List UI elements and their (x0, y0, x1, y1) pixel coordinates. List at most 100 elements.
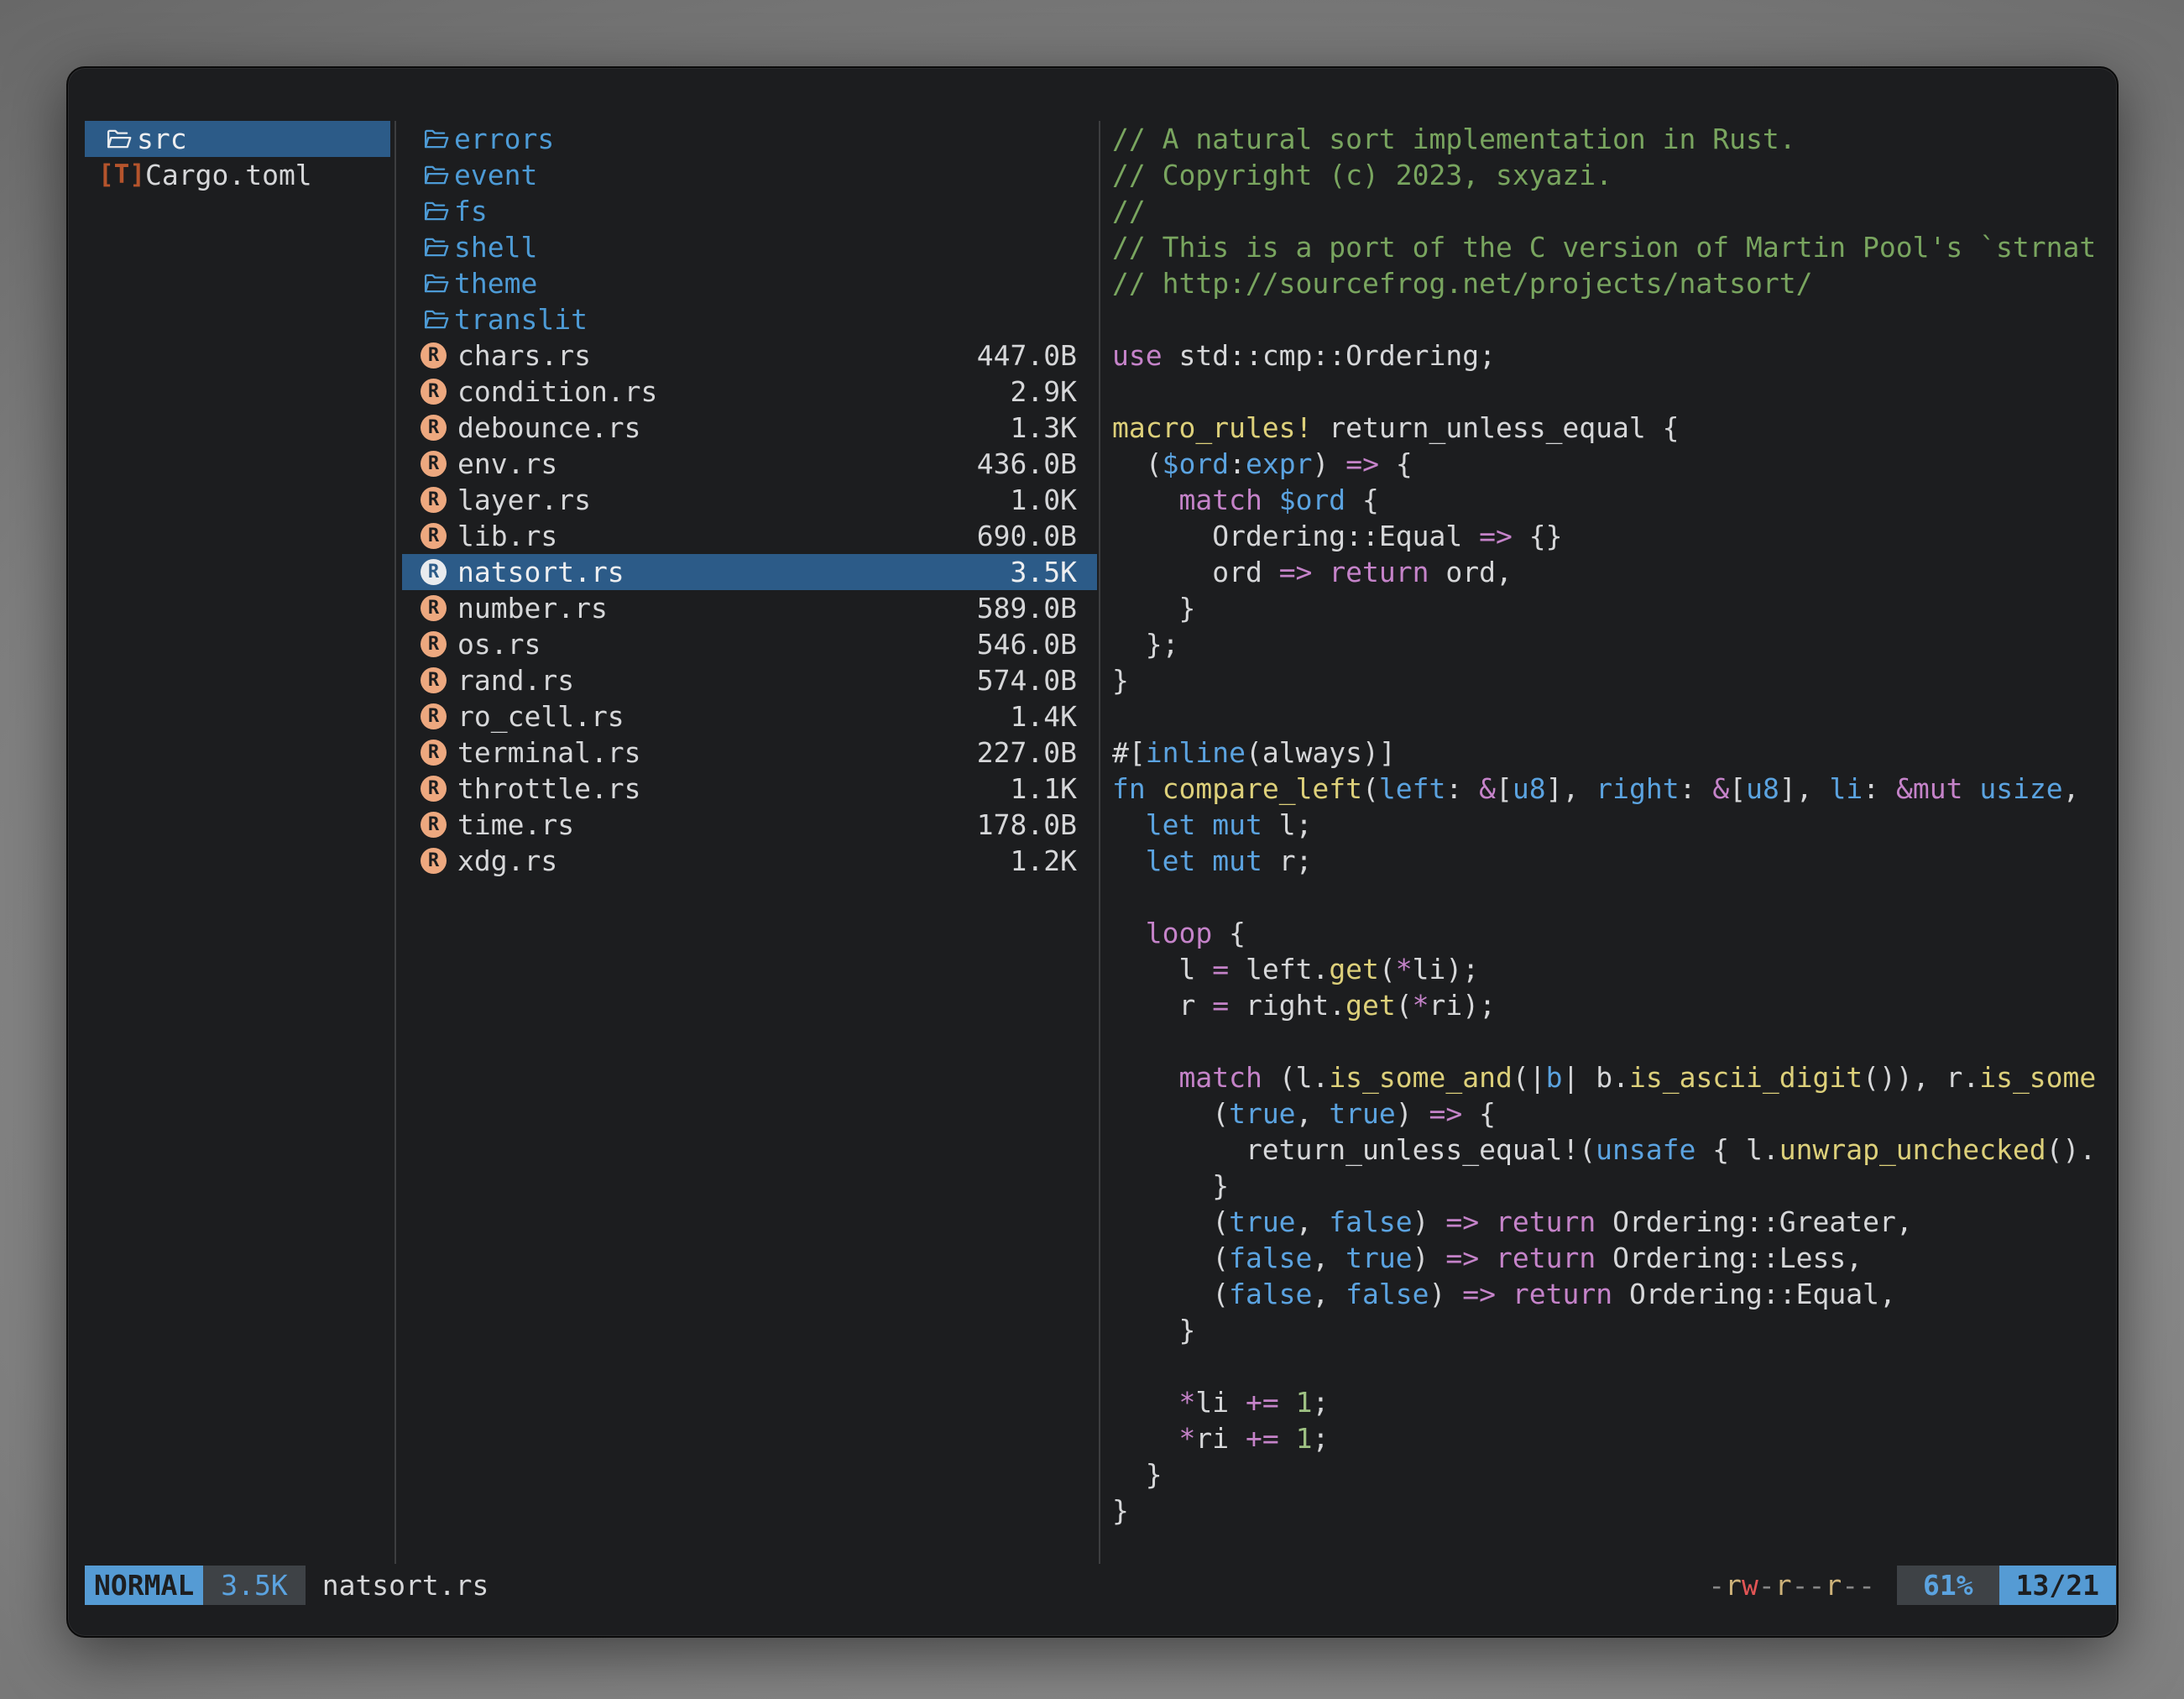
code-line: use std::cmp::Ordering; (1112, 337, 2114, 374)
code-line: l = left.get(*li); (1112, 951, 2114, 987)
rust-file-icon: R (421, 667, 447, 693)
rust-file-icon: R (421, 812, 447, 838)
rust-file-icon: R (421, 451, 447, 477)
status-right-group: -rw-r--r-- 61% 13/21 (1708, 1566, 2116, 1605)
code-line: ($ord:expr) => { (1112, 446, 2114, 482)
file-size: 447.0B (977, 337, 1077, 374)
current-item-condition.rs[interactable]: Rcondition.rs 2.9K (402, 374, 1097, 410)
file-name: terminal.rs (457, 734, 641, 771)
code-line: } (1112, 1312, 2114, 1348)
status-file-name: natsort.rs (322, 1567, 489, 1603)
current-item-fs[interactable]: fs (402, 193, 1097, 229)
current-item-time.rs[interactable]: Rtime.rs 178.0B (402, 807, 1097, 843)
open-folder-icon (421, 160, 451, 191)
open-folder-icon (421, 305, 451, 335)
file-name: shell (454, 229, 537, 265)
file-size: 3.5K (1011, 554, 1077, 590)
code-line: // This is a port of the C version of Ma… (1112, 229, 2114, 265)
code-line (1112, 1348, 2114, 1384)
code-line: } (1112, 662, 2114, 698)
parent-item-Cargo.toml[interactable]: [T]Cargo.toml (85, 157, 390, 193)
current-item-terminal.rs[interactable]: Rterminal.rs227.0B (402, 734, 1097, 771)
open-folder-icon (421, 269, 451, 299)
permission-char: - (1758, 1569, 1775, 1602)
file-name: src (137, 121, 187, 157)
code-line: match (l.is_some_and(|b| b.is_ascii_digi… (1112, 1059, 2114, 1095)
file-name: layer.rs (457, 482, 591, 518)
current-item-ro_cell.rs[interactable]: Rro_cell.rs1.4K (402, 698, 1097, 734)
permission-char: - (1858, 1569, 1875, 1602)
code-line: } (1112, 1493, 2114, 1529)
permission-char: r (1825, 1569, 1842, 1602)
parent-item-src[interactable]: src (85, 121, 390, 157)
code-line: // Copyright (c) 2023, sxyazi. (1112, 157, 2114, 193)
current-item-debounce.rs[interactable]: Rdebounce.rs1.3K (402, 410, 1097, 446)
file-name: natsort.rs (457, 554, 624, 590)
toml-file-icon: [T] (103, 157, 140, 193)
current-item-layer.rs[interactable]: Rlayer.rs1.0K (402, 482, 1097, 518)
rust-file-icon: R (421, 523, 447, 549)
file-size: 546.0B (977, 626, 1077, 662)
parent-pane[interactable]: src[T]Cargo.toml (85, 121, 390, 193)
file-size: 436.0B (977, 446, 1077, 482)
code-line (1112, 879, 2114, 915)
file-size: 574.0B (977, 662, 1077, 698)
current-item-lib.rs[interactable]: Rlib.rs690.0B (402, 518, 1097, 554)
file-size: 690.0B (977, 518, 1077, 554)
permission-char: - (1792, 1569, 1809, 1602)
current-item-number.rs[interactable]: Rnumber.rs589.0B (402, 590, 1097, 626)
desktop-background: src[T]Cargo.toml errorseventfsshelltheme… (0, 0, 2184, 1699)
pane-divider (1099, 121, 1100, 1564)
code-line: loop { (1112, 915, 2114, 951)
current-item-os.rs[interactable]: Ros.rs546.0B (402, 626, 1097, 662)
file-name: throttle.rs (457, 771, 641, 807)
code-line: #[inline(always)] (1112, 734, 2114, 771)
current-item-theme[interactable]: theme (402, 265, 1097, 301)
code-line: // http://sourcefrog.net/projects/natsor… (1112, 265, 2114, 301)
current-item-xdg.rs[interactable]: Rxdg.rs1.2K (402, 843, 1097, 879)
current-item-rand.rs[interactable]: Rrand.rs 574.0B (402, 662, 1097, 698)
current-item-natsort.rs[interactable]: Rnatsort.rs3.5K (402, 554, 1097, 590)
current-item-throttle.rs[interactable]: Rthrottle.rs1.1K (402, 771, 1097, 807)
code-line: fn compare_left(left: &[u8], right: &[u8… (1112, 771, 2114, 807)
rust-file-icon: R (421, 487, 447, 513)
scroll-percent-chip: 61% (1897, 1566, 1999, 1605)
code-line: macro_rules! return_unless_equal { (1112, 410, 2114, 446)
open-folder-icon (421, 124, 451, 154)
preview-pane[interactable]: // A natural sort implementation in Rust… (1112, 121, 2114, 1565)
code-line: return_unless_equal!(unsafe { l.unwrap_u… (1112, 1132, 2114, 1168)
file-name: fs (454, 193, 488, 229)
current-item-translit[interactable]: translit (402, 301, 1097, 337)
code-line: } (1112, 590, 2114, 626)
permission-char: - (1842, 1569, 1858, 1602)
open-folder-icon (421, 233, 451, 263)
current-item-errors[interactable]: errors (402, 121, 1097, 157)
rust-file-icon: R (421, 776, 447, 802)
open-folder-icon (421, 196, 451, 227)
current-pane[interactable]: errorseventfsshellthemetranslit Rchars.rs… (402, 121, 1097, 879)
permission-char: - (1708, 1569, 1725, 1602)
status-bar: NORMAL 3.5K natsort.rs -rw-r--r-- 61% 13… (85, 1566, 2116, 1605)
current-item-shell[interactable]: shell (402, 229, 1097, 265)
rust-file-icon: R (421, 379, 447, 405)
file-name: time.rs (457, 807, 574, 843)
file-size: 1.4K (1011, 698, 1077, 734)
file-name: errors (454, 121, 554, 157)
file-name: chars.rs (457, 337, 591, 374)
file-size: 178.0B (977, 807, 1077, 843)
file-name: number.rs (457, 590, 608, 626)
file-name: ro_cell.rs (457, 698, 624, 734)
file-size: 2.9K (1011, 374, 1077, 410)
current-item-env.rs[interactable]: Renv.rs436.0B (402, 446, 1097, 482)
file-name: rand.rs (457, 662, 574, 698)
rust-file-icon: R (421, 740, 447, 766)
code-line: // (1112, 193, 2114, 229)
file-name: condition.rs (457, 374, 657, 410)
yazi-window: src[T]Cargo.toml errorseventfsshelltheme… (66, 66, 2119, 1638)
current-item-chars.rs[interactable]: Rchars.rs447.0B (402, 337, 1097, 374)
code-line: } (1112, 1456, 2114, 1493)
file-name: xdg.rs (457, 843, 557, 879)
rust-file-icon: R (421, 415, 447, 441)
code-line: }; (1112, 626, 2114, 662)
current-item-event[interactable]: event (402, 157, 1097, 193)
